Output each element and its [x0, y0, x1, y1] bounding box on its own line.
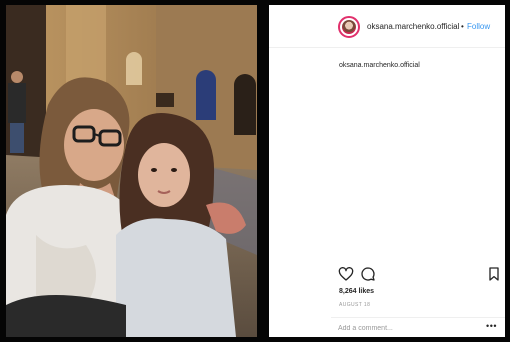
heart-icon[interactable]: [338, 266, 354, 282]
caption-username-link[interactable]: oksana.marchenko.official: [339, 62, 420, 69]
more-options-icon[interactable]: •••: [486, 321, 497, 331]
avatar-image: [342, 20, 356, 34]
bookmark-icon[interactable]: [486, 266, 502, 282]
screen: oksana.marchenko.official • Follow oksan…: [0, 0, 510, 342]
action-bar: [269, 263, 505, 285]
post-photo: [6, 5, 257, 337]
avatar[interactable]: [338, 16, 360, 38]
comment-input[interactable]: [338, 322, 478, 334]
follow-button[interactable]: Follow: [467, 22, 490, 31]
comment-bar: •••: [331, 317, 505, 338]
likes-count[interactable]: 8,264 likes: [339, 288, 374, 295]
selfie-photo-image: [6, 5, 257, 337]
post-header: oksana.marchenko.official • Follow: [269, 5, 505, 48]
comment-icon[interactable]: [360, 266, 376, 282]
header-separator: •: [461, 22, 464, 31]
post-date: AUGUST 18: [339, 302, 371, 308]
header-username-link[interactable]: oksana.marchenko.official: [367, 22, 459, 31]
post-panel: oksana.marchenko.official • Follow oksan…: [269, 5, 505, 337]
